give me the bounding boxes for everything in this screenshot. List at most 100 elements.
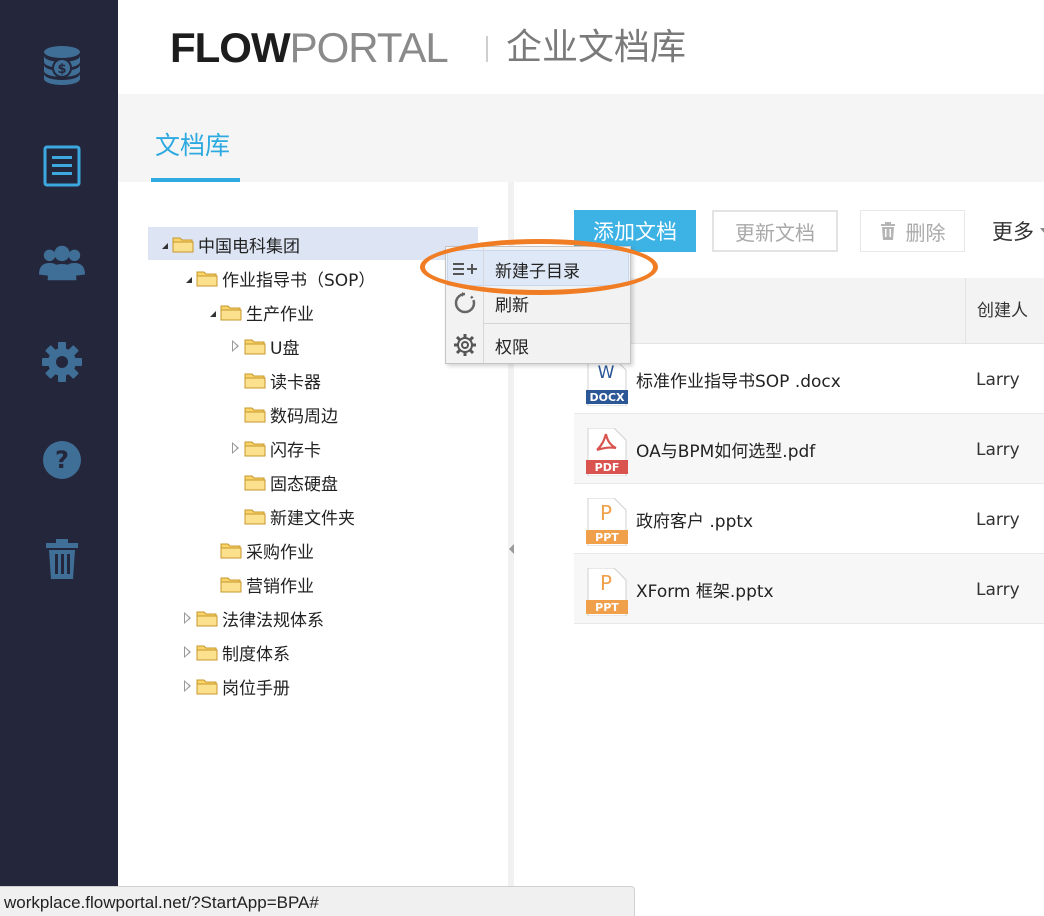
collapsed-toggle-icon[interactable] [228, 339, 242, 353]
tree-node-purchasing[interactable]: 采购作业 [220, 538, 314, 563]
flowportal-logo[interactable]: FLOWPORTAL [170, 22, 449, 74]
update-document-button[interactable]: 更新文档 [712, 210, 838, 252]
table-row[interactable]: W DOCX 标准作业指导书SOP .docx Larry [574, 344, 1044, 414]
table-header: 创建人 [574, 278, 1044, 344]
expanded-toggle-icon[interactable] [156, 237, 170, 251]
folder-icon [196, 611, 218, 627]
svg-text:PDF: PDF [595, 461, 620, 474]
delete-button[interactable]: 删除 [860, 210, 965, 252]
tree-node-new-folder[interactable]: 新建文件夹 [244, 504, 355, 529]
expanded-toggle-icon[interactable] [204, 305, 218, 319]
tree-node-udisk[interactable]: U盘 [228, 334, 300, 359]
tree-node-label: 数码周边 [270, 406, 338, 427]
folder-icon [172, 237, 194, 253]
menu-item-refresh[interactable]: 刷新 [446, 285, 630, 321]
folder-icon [196, 679, 218, 695]
file-name[interactable]: 政府客户 .pptx [636, 507, 753, 532]
folder-icon [196, 271, 218, 287]
table-row[interactable]: P PPT 政府客户 .pptx Larry [574, 484, 1044, 554]
svg-text:P: P [600, 571, 612, 595]
tree-node-label: 制度体系 [222, 644, 290, 665]
tree-node-production[interactable]: 生产作业 [204, 300, 314, 325]
file-name[interactable]: 标准作业指导书SOP .docx [636, 367, 841, 392]
tree-node-job-manual[interactable]: 岗位手册 [180, 674, 290, 699]
add-list-icon [446, 251, 484, 287]
table-row[interactable]: P PPT XForm 框架.pptx Larry [574, 554, 1044, 624]
left-nav-rail: $ ? [0, 0, 118, 916]
tree-node-label: 生产作业 [246, 304, 314, 325]
tree-node-flash-card[interactable]: 闪存卡 [228, 436, 321, 461]
collapsed-toggle-icon[interactable] [180, 645, 194, 659]
tab-bar: 文档库 [118, 94, 1044, 182]
delete-button-label: 删除 [905, 220, 946, 245]
help-icon[interactable]: ? [39, 437, 85, 483]
collapsed-toggle-icon[interactable] [228, 441, 242, 455]
tree-node-policy[interactable]: 制度体系 [180, 640, 290, 665]
app-title: 企业文档库 [506, 27, 687, 68]
folder-icon [244, 407, 266, 423]
word-file-icon: W DOCX [586, 358, 628, 406]
menu-item-label: 权限 [495, 337, 529, 358]
tree-node-label: 作业指导书（SOP） [222, 270, 376, 291]
tree-node-ssd[interactable]: 固态硬盘 [244, 470, 338, 495]
folder-icon [220, 543, 242, 559]
chevron-down-icon [1040, 228, 1044, 233]
folder-icon [220, 577, 242, 593]
tree-node-label: 岗位手册 [222, 678, 290, 699]
ppt-file-icon: P PPT [586, 568, 628, 616]
tree-node-card-reader[interactable]: 读卡器 [244, 368, 321, 393]
svg-text:PPT: PPT [595, 531, 619, 544]
folder-icon [244, 373, 266, 389]
tree-node-marketing[interactable]: 营销作业 [220, 572, 314, 597]
tree-node-sop[interactable]: 作业指导书（SOP） [180, 266, 376, 291]
column-header-creator[interactable]: 创建人 [965, 278, 1028, 344]
more-menu-button[interactable]: 更多 [980, 210, 1044, 252]
table-row[interactable]: PDF OA与BPM如何选型.pdf Larry [574, 414, 1044, 484]
file-creator: Larry [976, 580, 1020, 600]
menu-item-new-subdirectory[interactable]: 新建子目录 [446, 251, 630, 287]
file-creator: Larry [976, 370, 1020, 390]
app-root: $ ? FLOWPORTAL 企业文档库 文档库 中国电科集团 作业指导书（SO… [0, 0, 1044, 916]
header-separator [486, 36, 488, 62]
menu-item-label: 新建子目录 [495, 261, 580, 282]
collapse-arrow-icon[interactable] [509, 544, 514, 554]
file-name[interactable]: XForm 框架.pptx [636, 577, 774, 602]
logo-portal-text: PORTAL [289, 24, 449, 71]
svg-text:DOCX: DOCX [589, 391, 625, 404]
trash-icon [880, 222, 895, 240]
users-icon[interactable] [39, 240, 85, 286]
app-header: FLOWPORTAL 企业文档库 [118, 0, 1044, 94]
tree-node-legal[interactable]: 法律法规体系 [180, 606, 324, 631]
folder-icon [220, 305, 242, 321]
browser-status-url: workplace.flowportal.net/?StartApp=BPA# [0, 886, 635, 916]
tab-document-library[interactable]: 文档库 [151, 128, 241, 182]
tree-node-digital[interactable]: 数码周边 [244, 402, 338, 427]
ppt-file-icon: P PPT [586, 498, 628, 546]
file-name[interactable]: OA与BPM如何选型.pdf [636, 437, 815, 462]
trash-icon[interactable] [39, 536, 85, 582]
pdf-file-icon: PDF [586, 428, 628, 476]
gear-icon [446, 327, 484, 363]
expanded-toggle-icon[interactable] [180, 271, 194, 285]
svg-text:W: W [598, 363, 615, 383]
folder-icon [244, 441, 266, 457]
document-list-icon[interactable] [39, 143, 85, 189]
tree-node-label: 中国电科集团 [198, 236, 300, 257]
collapsed-toggle-icon[interactable] [180, 611, 194, 625]
file-creator: Larry [976, 440, 1020, 460]
tree-node-label: 固态硬盘 [270, 474, 338, 495]
tree-node-label: 采购作业 [246, 542, 314, 563]
tree-node-label: 读卡器 [270, 372, 321, 393]
tree-node-label: 新建文件夹 [270, 508, 355, 529]
tree-node-label: U盘 [270, 338, 300, 359]
menu-item-permissions[interactable]: 权限 [446, 327, 630, 363]
menu-item-label: 刷新 [495, 295, 529, 316]
folder-icon [244, 475, 266, 491]
gear-icon[interactable] [39, 339, 85, 385]
tree-node-root[interactable]: 中国电科集团 [156, 232, 300, 257]
money-stack-icon[interactable]: $ [39, 42, 85, 88]
folder-icon [196, 645, 218, 661]
svg-text:P: P [600, 501, 612, 525]
collapsed-toggle-icon[interactable] [180, 679, 194, 693]
menu-divider [484, 323, 630, 324]
